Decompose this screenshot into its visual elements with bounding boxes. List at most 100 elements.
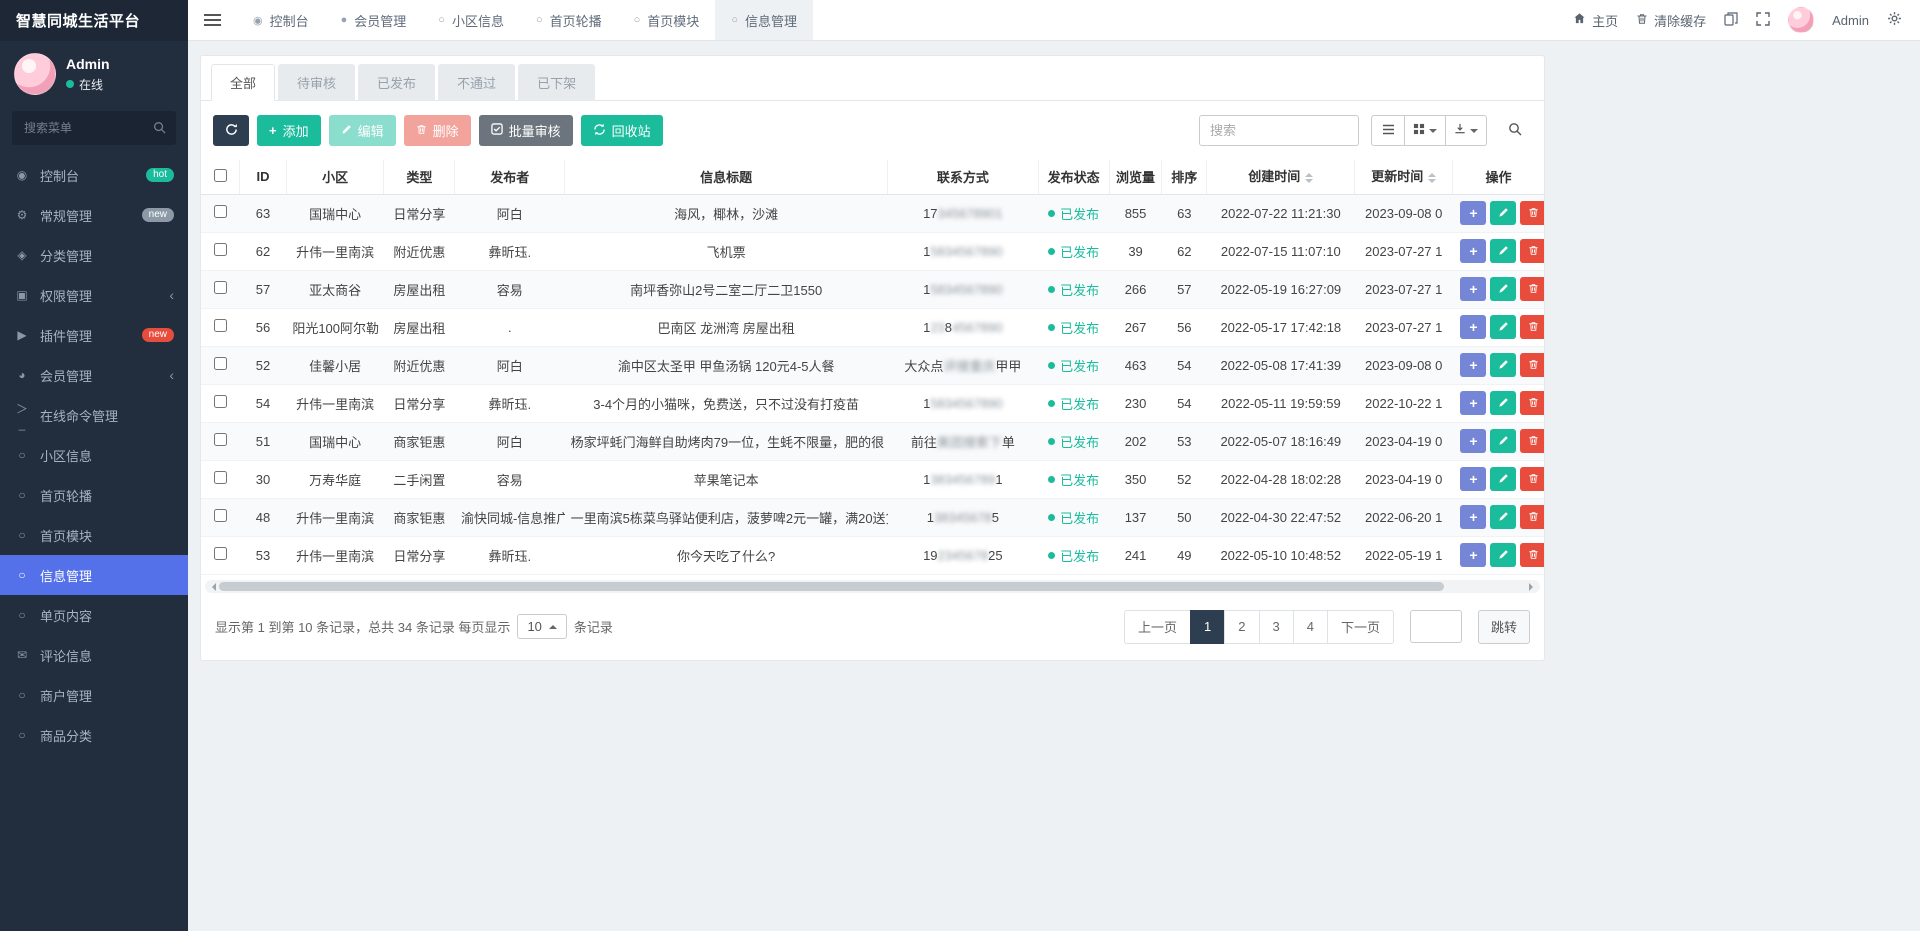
sidebar-item-module[interactable]: ○首页模块 [0, 515, 188, 555]
topnav-tab-info[interactable]: ○信息管理 [715, 0, 813, 40]
delete-row-button[interactable] [1520, 239, 1544, 263]
edit-row-button[interactable] [1490, 353, 1516, 377]
edit-row-button[interactable] [1490, 391, 1516, 415]
edit-row-button[interactable] [1490, 201, 1516, 225]
language-button[interactable] [1724, 12, 1738, 29]
page-jump-input[interactable] [1410, 610, 1462, 643]
page-1[interactable]: 1 [1190, 610, 1225, 644]
col-header-updated[interactable]: 更新时间 [1355, 160, 1453, 194]
row-checkbox[interactable] [214, 357, 227, 370]
row-checkbox[interactable] [214, 205, 227, 218]
expand-row-button[interactable]: + [1460, 201, 1486, 225]
expand-row-button[interactable]: + [1460, 429, 1486, 453]
topnav-tab-member[interactable]: ●会员管理 [325, 0, 423, 40]
expand-row-button[interactable]: + [1460, 391, 1486, 415]
topnav-tab-dashboard[interactable]: ◉控制台 [237, 0, 325, 40]
edit-row-button[interactable] [1490, 543, 1516, 567]
expand-row-button[interactable]: + [1460, 467, 1486, 491]
filter-tab-all[interactable]: 全部 [211, 64, 275, 101]
filter-tab-offline[interactable]: 已下架 [518, 64, 595, 101]
edit-row-button[interactable] [1490, 315, 1516, 339]
row-checkbox[interactable] [214, 319, 227, 332]
sidebar-item-auth[interactable]: ▣权限管理‹ [0, 275, 188, 315]
sidebar-item-command[interactable]: ＞_在线命令管理 [0, 395, 188, 435]
expand-row-button[interactable]: + [1460, 239, 1486, 263]
page-prev[interactable]: 上一页 [1124, 610, 1191, 644]
expand-row-button[interactable]: + [1460, 505, 1486, 529]
edit-row-button[interactable] [1490, 277, 1516, 301]
delete-button[interactable]: 删除 [404, 115, 471, 146]
delete-row-button[interactable] [1520, 201, 1544, 225]
edit-row-button[interactable] [1490, 239, 1516, 263]
select-all-checkbox[interactable] [214, 169, 227, 182]
delete-row-button[interactable] [1520, 429, 1544, 453]
sidebar-item-community[interactable]: ○小区信息 [0, 435, 188, 475]
page-2[interactable]: 2 [1224, 610, 1259, 644]
sidebar-item-category[interactable]: ◈分类管理 [0, 235, 188, 275]
delete-row-button[interactable] [1520, 315, 1544, 339]
edit-row-button[interactable] [1490, 467, 1516, 491]
scrollbar-thumb[interactable] [219, 582, 1444, 591]
sidebar-item-page[interactable]: ○单页内容 [0, 595, 188, 635]
row-checkbox[interactable] [214, 471, 227, 484]
menu-search-input[interactable] [12, 111, 176, 145]
delete-row-button[interactable] [1520, 467, 1544, 491]
settings-button[interactable] [1887, 11, 1902, 29]
edit-row-button[interactable] [1490, 429, 1516, 453]
filter-tab-pending[interactable]: 待审核 [278, 64, 355, 101]
topnav-tab-banner[interactable]: ○首页轮播 [520, 0, 618, 40]
fullscreen-button[interactable] [1756, 12, 1770, 29]
refresh-button[interactable] [213, 115, 249, 146]
clear-cache-button[interactable]: 清除缓存 [1636, 11, 1706, 30]
horizontal-scrollbar[interactable] [205, 580, 1540, 593]
home-link[interactable]: 主页 [1573, 11, 1618, 30]
row-checkbox[interactable] [214, 547, 227, 560]
delete-row-button[interactable] [1520, 543, 1544, 567]
row-checkbox[interactable] [214, 243, 227, 256]
delete-row-button[interactable] [1520, 353, 1544, 377]
user-avatar[interactable] [14, 53, 56, 95]
sidebar-item-member[interactable]: ◕会员管理‹ [0, 355, 188, 395]
delete-row-button[interactable] [1520, 505, 1544, 529]
expand-row-button[interactable]: + [1460, 543, 1486, 567]
page-jump-button[interactable]: 跳转 [1478, 610, 1530, 644]
add-button[interactable]: + 添加 [257, 115, 321, 146]
page-next[interactable]: 下一页 [1327, 610, 1394, 644]
scroll-left-icon[interactable] [208, 583, 216, 591]
export-button[interactable] [1445, 115, 1487, 146]
columns-button[interactable] [1404, 115, 1446, 146]
row-checkbox[interactable] [214, 433, 227, 446]
edit-button[interactable]: 编辑 [329, 115, 396, 146]
search-toggle-button[interactable] [1498, 115, 1532, 146]
sidebar-item-dashboard[interactable]: ◉控制台hot [0, 155, 188, 195]
sidebar-item-general[interactable]: ⚙常规管理new [0, 195, 188, 235]
filter-tab-published[interactable]: 已发布 [358, 64, 435, 101]
row-checkbox[interactable] [214, 395, 227, 408]
edit-row-button[interactable] [1490, 505, 1516, 529]
delete-row-button[interactable] [1520, 391, 1544, 415]
row-checkbox[interactable] [214, 281, 227, 294]
topnav-tab-community[interactable]: ○小区信息 [422, 0, 520, 40]
filter-tab-rejected[interactable]: 不通过 [438, 64, 515, 101]
sidebar-item-comment[interactable]: ✉评论信息 [0, 635, 188, 675]
sidebar-item-goods[interactable]: ○商品分类 [0, 715, 188, 755]
table-search-input[interactable] [1199, 115, 1359, 146]
expand-row-button[interactable]: + [1460, 353, 1486, 377]
recycle-button[interactable]: 回收站 [581, 115, 663, 146]
topnav-tab-module[interactable]: ○首页模块 [618, 0, 716, 40]
view-toggle-button[interactable] [1371, 115, 1405, 146]
row-checkbox[interactable] [214, 509, 227, 522]
col-header-created[interactable]: 创建时间 [1207, 160, 1355, 194]
sidebar-item-info[interactable]: ○信息管理 [0, 555, 188, 595]
per-page-select[interactable]: 10 [517, 614, 566, 639]
batch-audit-button[interactable]: 批量审核 [479, 115, 573, 146]
expand-row-button[interactable]: + [1460, 277, 1486, 301]
sidebar-item-merchant[interactable]: ○商户管理 [0, 675, 188, 715]
sidebar-toggle-button[interactable] [188, 0, 237, 40]
delete-row-button[interactable] [1520, 277, 1544, 301]
scroll-right-icon[interactable] [1529, 583, 1537, 591]
expand-row-button[interactable]: + [1460, 315, 1486, 339]
page-4[interactable]: 4 [1293, 610, 1328, 644]
page-3[interactable]: 3 [1259, 610, 1294, 644]
sidebar-item-banner[interactable]: ○首页轮播 [0, 475, 188, 515]
